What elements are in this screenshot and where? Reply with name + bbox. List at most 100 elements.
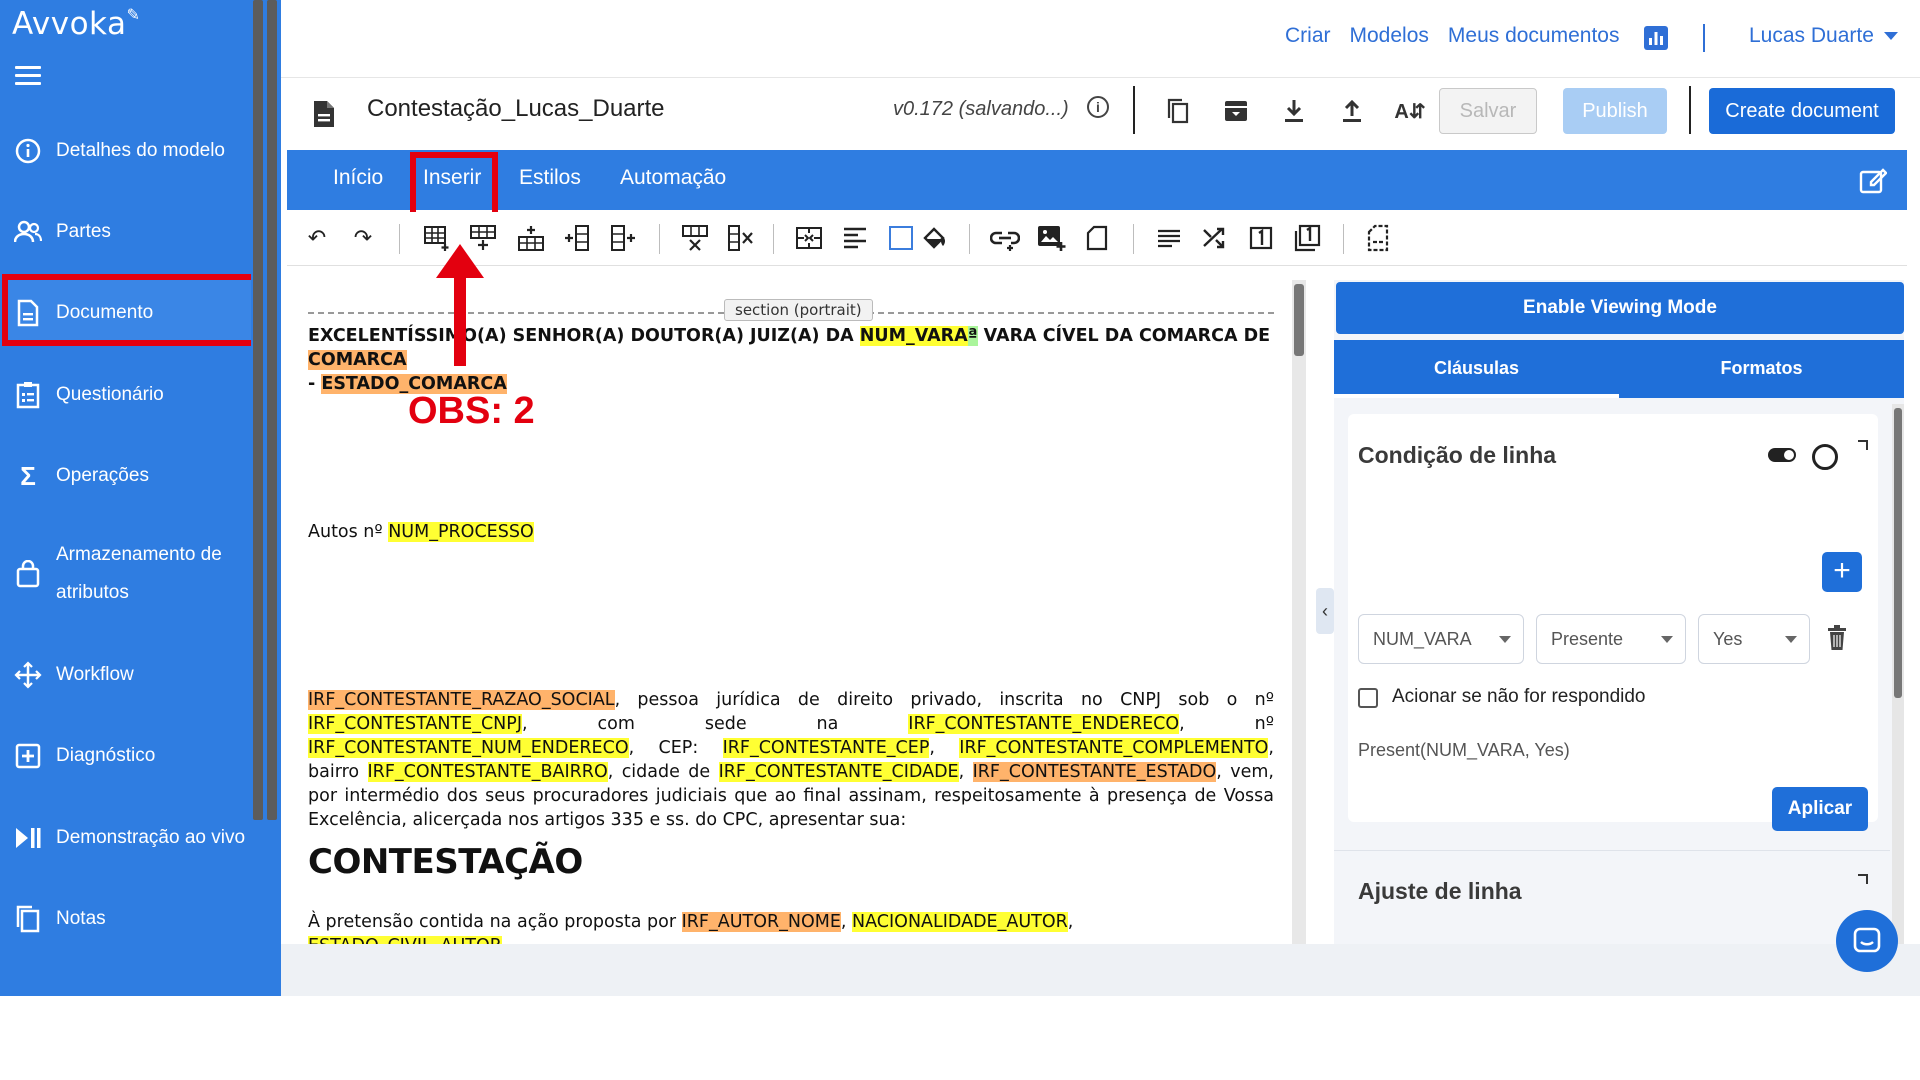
variable-complemento[interactable]: IRF_CONTESTANTE_COMPLEMENTO xyxy=(959,738,1269,758)
shuffle-icon[interactable] xyxy=(1199,222,1231,254)
align-left-icon[interactable] xyxy=(839,222,871,254)
paragraph-text: VARA CÍVEL DA COMARCA DE xyxy=(977,326,1271,346)
plus-box-icon xyxy=(14,742,42,770)
chat-launcher-button[interactable] xyxy=(1836,910,1898,972)
tab-clausulas[interactable]: Cláusulas xyxy=(1334,340,1619,398)
add-condition-button[interactable]: + xyxy=(1822,552,1862,592)
page-icon[interactable] xyxy=(1081,222,1113,254)
sidebar-item-label: Armazenamento de xyxy=(56,544,222,565)
variable-num-vara[interactable]: NUM_VARA xyxy=(859,326,968,346)
toggle-icon[interactable] xyxy=(1768,448,1796,462)
section-tag: section (portrait) xyxy=(724,299,873,321)
save-button[interactable]: Salvar xyxy=(1439,88,1537,134)
redo-icon[interactable]: ↷ xyxy=(347,222,379,254)
edit-icon[interactable] xyxy=(1859,166,1888,194)
condition-field-select[interactable]: NUM_VARA xyxy=(1358,614,1524,664)
variable-endereco[interactable]: IRF_CONTESTANTE_ENDERECO xyxy=(908,714,1180,734)
sidebar-item-armazenamento[interactable]: Armazenamento de atributos xyxy=(0,536,265,612)
tab-automacao[interactable]: Automação xyxy=(620,166,726,190)
merge-cells-icon[interactable] xyxy=(793,222,825,254)
contestacao-heading[interactable]: CONTESTAÇÃO xyxy=(308,842,583,882)
sidebar-item-notas[interactable]: Notas xyxy=(0,900,265,938)
document-editor[interactable]: section (portrait) EXCELENTÍSSIMO(A) SEN… xyxy=(288,280,1306,944)
variable-bairro[interactable]: IRF_CONTESTANTE_BAIRRO xyxy=(367,762,608,782)
variable-razao-social[interactable]: IRF_CONTESTANTE_RAZAO_SOCIAL xyxy=(308,690,615,710)
top-bar: Criar Modelos Meus documentos Lucas Duar… xyxy=(281,0,1920,78)
duplicate-icon[interactable] xyxy=(1163,96,1193,126)
variable-cep[interactable]: IRF_CONTESTANTE_CEP xyxy=(722,738,930,758)
paragraph-text: , cidade de xyxy=(607,762,719,782)
sidebar-item-documento[interactable]: Documento xyxy=(0,294,265,332)
undo-icon[interactable]: ↶ xyxy=(301,222,333,254)
sidebar-item-detalhes[interactable]: Detalhes do modelo xyxy=(0,132,265,170)
link-modelos[interactable]: Modelos xyxy=(1350,24,1429,48)
sidebar-scrollbar[interactable] xyxy=(251,0,265,996)
collapse-panel-handle[interactable]: ‹ xyxy=(1316,588,1334,634)
hamburger-menu-icon[interactable] xyxy=(15,66,41,86)
variable-estado-civil-autor[interactable]: ESTADO_CIVIL_AUTOR xyxy=(308,936,502,944)
sidebar-item-workflow[interactable]: Workflow xyxy=(0,656,265,694)
paragraph-text: EXCELENTÍSSIMO(A) SENHOR(A) DOUTOR(A) JU… xyxy=(308,326,860,346)
document-scrollbar[interactable] xyxy=(1292,280,1306,944)
upload-icon[interactable] xyxy=(1337,96,1367,126)
tab-formatos[interactable]: Formatos xyxy=(1619,340,1904,398)
contestante-paragraph[interactable]: IRF_CONTESTANTE_RAZAO_SOCIAL, pessoa jur… xyxy=(308,688,1274,832)
delete-row-icon[interactable] xyxy=(679,222,711,254)
variable-num-processo[interactable]: NUM_PROCESSO xyxy=(388,522,534,542)
variable-comarca[interactable]: COMARCA xyxy=(308,350,407,370)
fill-color-icon[interactable] xyxy=(919,222,951,254)
sidebar-item-partes[interactable]: Partes xyxy=(0,213,265,251)
pretensao-paragraph[interactable]: À pretensão contida na ação proposta por… xyxy=(308,910,1274,944)
insert-image-icon[interactable] xyxy=(1035,222,1067,254)
panel-scrollbar[interactable] xyxy=(1892,404,1904,944)
sidebar-item-operacoes[interactable]: Σ Operações xyxy=(0,457,265,495)
insert-link-icon[interactable] xyxy=(989,222,1021,254)
condition-operator-select[interactable]: Presente xyxy=(1536,614,1686,664)
apply-button[interactable]: Aplicar xyxy=(1772,787,1868,831)
search-icon[interactable] xyxy=(1812,444,1838,470)
trash-icon[interactable] xyxy=(1826,624,1848,652)
variable-nacionalidade-autor[interactable]: NACIONALIDADE_AUTOR xyxy=(852,912,1068,932)
variable-estado[interactable]: IRF_CONTESTANTE_ESTADO xyxy=(972,762,1217,782)
variable-num-endereco[interactable]: IRF_CONTESTANTE_NUM_ENDERECO xyxy=(308,738,629,758)
avvoka-logo[interactable]: Avvoka✎ xyxy=(12,5,140,42)
insert-column-icon[interactable] xyxy=(515,222,547,254)
download-icon[interactable] xyxy=(1279,96,1309,126)
expand-corner-icon[interactable] xyxy=(1858,440,1868,450)
link-criar[interactable]: Criar xyxy=(1285,24,1331,48)
numbered-one-icon[interactable] xyxy=(1245,222,1277,254)
condition-value-select[interactable]: Yes xyxy=(1698,614,1810,664)
sidebar-item-questionario[interactable]: Questionário xyxy=(0,376,265,414)
insert-column-right-icon[interactable] xyxy=(607,222,639,254)
sidebar-item-label: Demonstração ao vivo xyxy=(56,827,246,848)
publish-button[interactable]: Publish xyxy=(1563,88,1667,134)
addressee-paragraph[interactable]: EXCELENTÍSSIMO(A) SENHOR(A) DOUTOR(A) JU… xyxy=(308,324,1274,396)
variable-autor-nome[interactable]: IRF_AUTOR_NOME xyxy=(681,912,841,932)
tab-inicio[interactable]: Início xyxy=(333,166,383,190)
trigger-if-unanswered-checkbox[interactable] xyxy=(1358,688,1378,708)
archive-icon[interactable] xyxy=(1221,96,1251,126)
autos-paragraph[interactable]: Autos nº NUM_PROCESSO xyxy=(308,520,1274,544)
page-settings-icon[interactable] xyxy=(1363,222,1395,254)
delete-column-icon[interactable] xyxy=(725,222,757,254)
list-icon[interactable] xyxy=(1153,222,1185,254)
numbered-stack-icon[interactable] xyxy=(1291,222,1323,254)
link-meus-documentos[interactable]: Meus documentos xyxy=(1448,24,1620,48)
expand-corner-icon[interactable] xyxy=(1858,874,1868,884)
sidebar-item-label: Workflow xyxy=(56,664,134,685)
sidebar-item-demonstracao[interactable]: Demonstração ao vivo xyxy=(0,819,265,857)
sidebar-item-diagnostico[interactable]: Diagnóstico xyxy=(0,737,265,775)
version-info-icon[interactable]: i xyxy=(1087,96,1109,118)
analytics-icon[interactable] xyxy=(1644,26,1668,55)
variable-cidade[interactable]: IRF_CONTESTANTE_CIDADE xyxy=(718,762,959,782)
cell-border-icon[interactable] xyxy=(885,222,917,254)
enable-viewing-mode-button[interactable]: Enable Viewing Mode xyxy=(1336,282,1904,334)
document-title[interactable]: Contestação_Lucas_Duarte xyxy=(367,95,665,123)
insert-column-left-icon[interactable] xyxy=(561,222,593,254)
variable-cnpj[interactable]: IRF_CONTESTANTE_CNPJ xyxy=(308,714,522,734)
create-document-button[interactable]: Create document xyxy=(1709,88,1895,134)
people-icon xyxy=(14,218,42,246)
translate-icon[interactable]: A⇵ xyxy=(1394,96,1425,126)
tab-estilos[interactable]: Estilos xyxy=(519,166,581,190)
user-menu[interactable]: Lucas Duarte xyxy=(1749,24,1898,48)
